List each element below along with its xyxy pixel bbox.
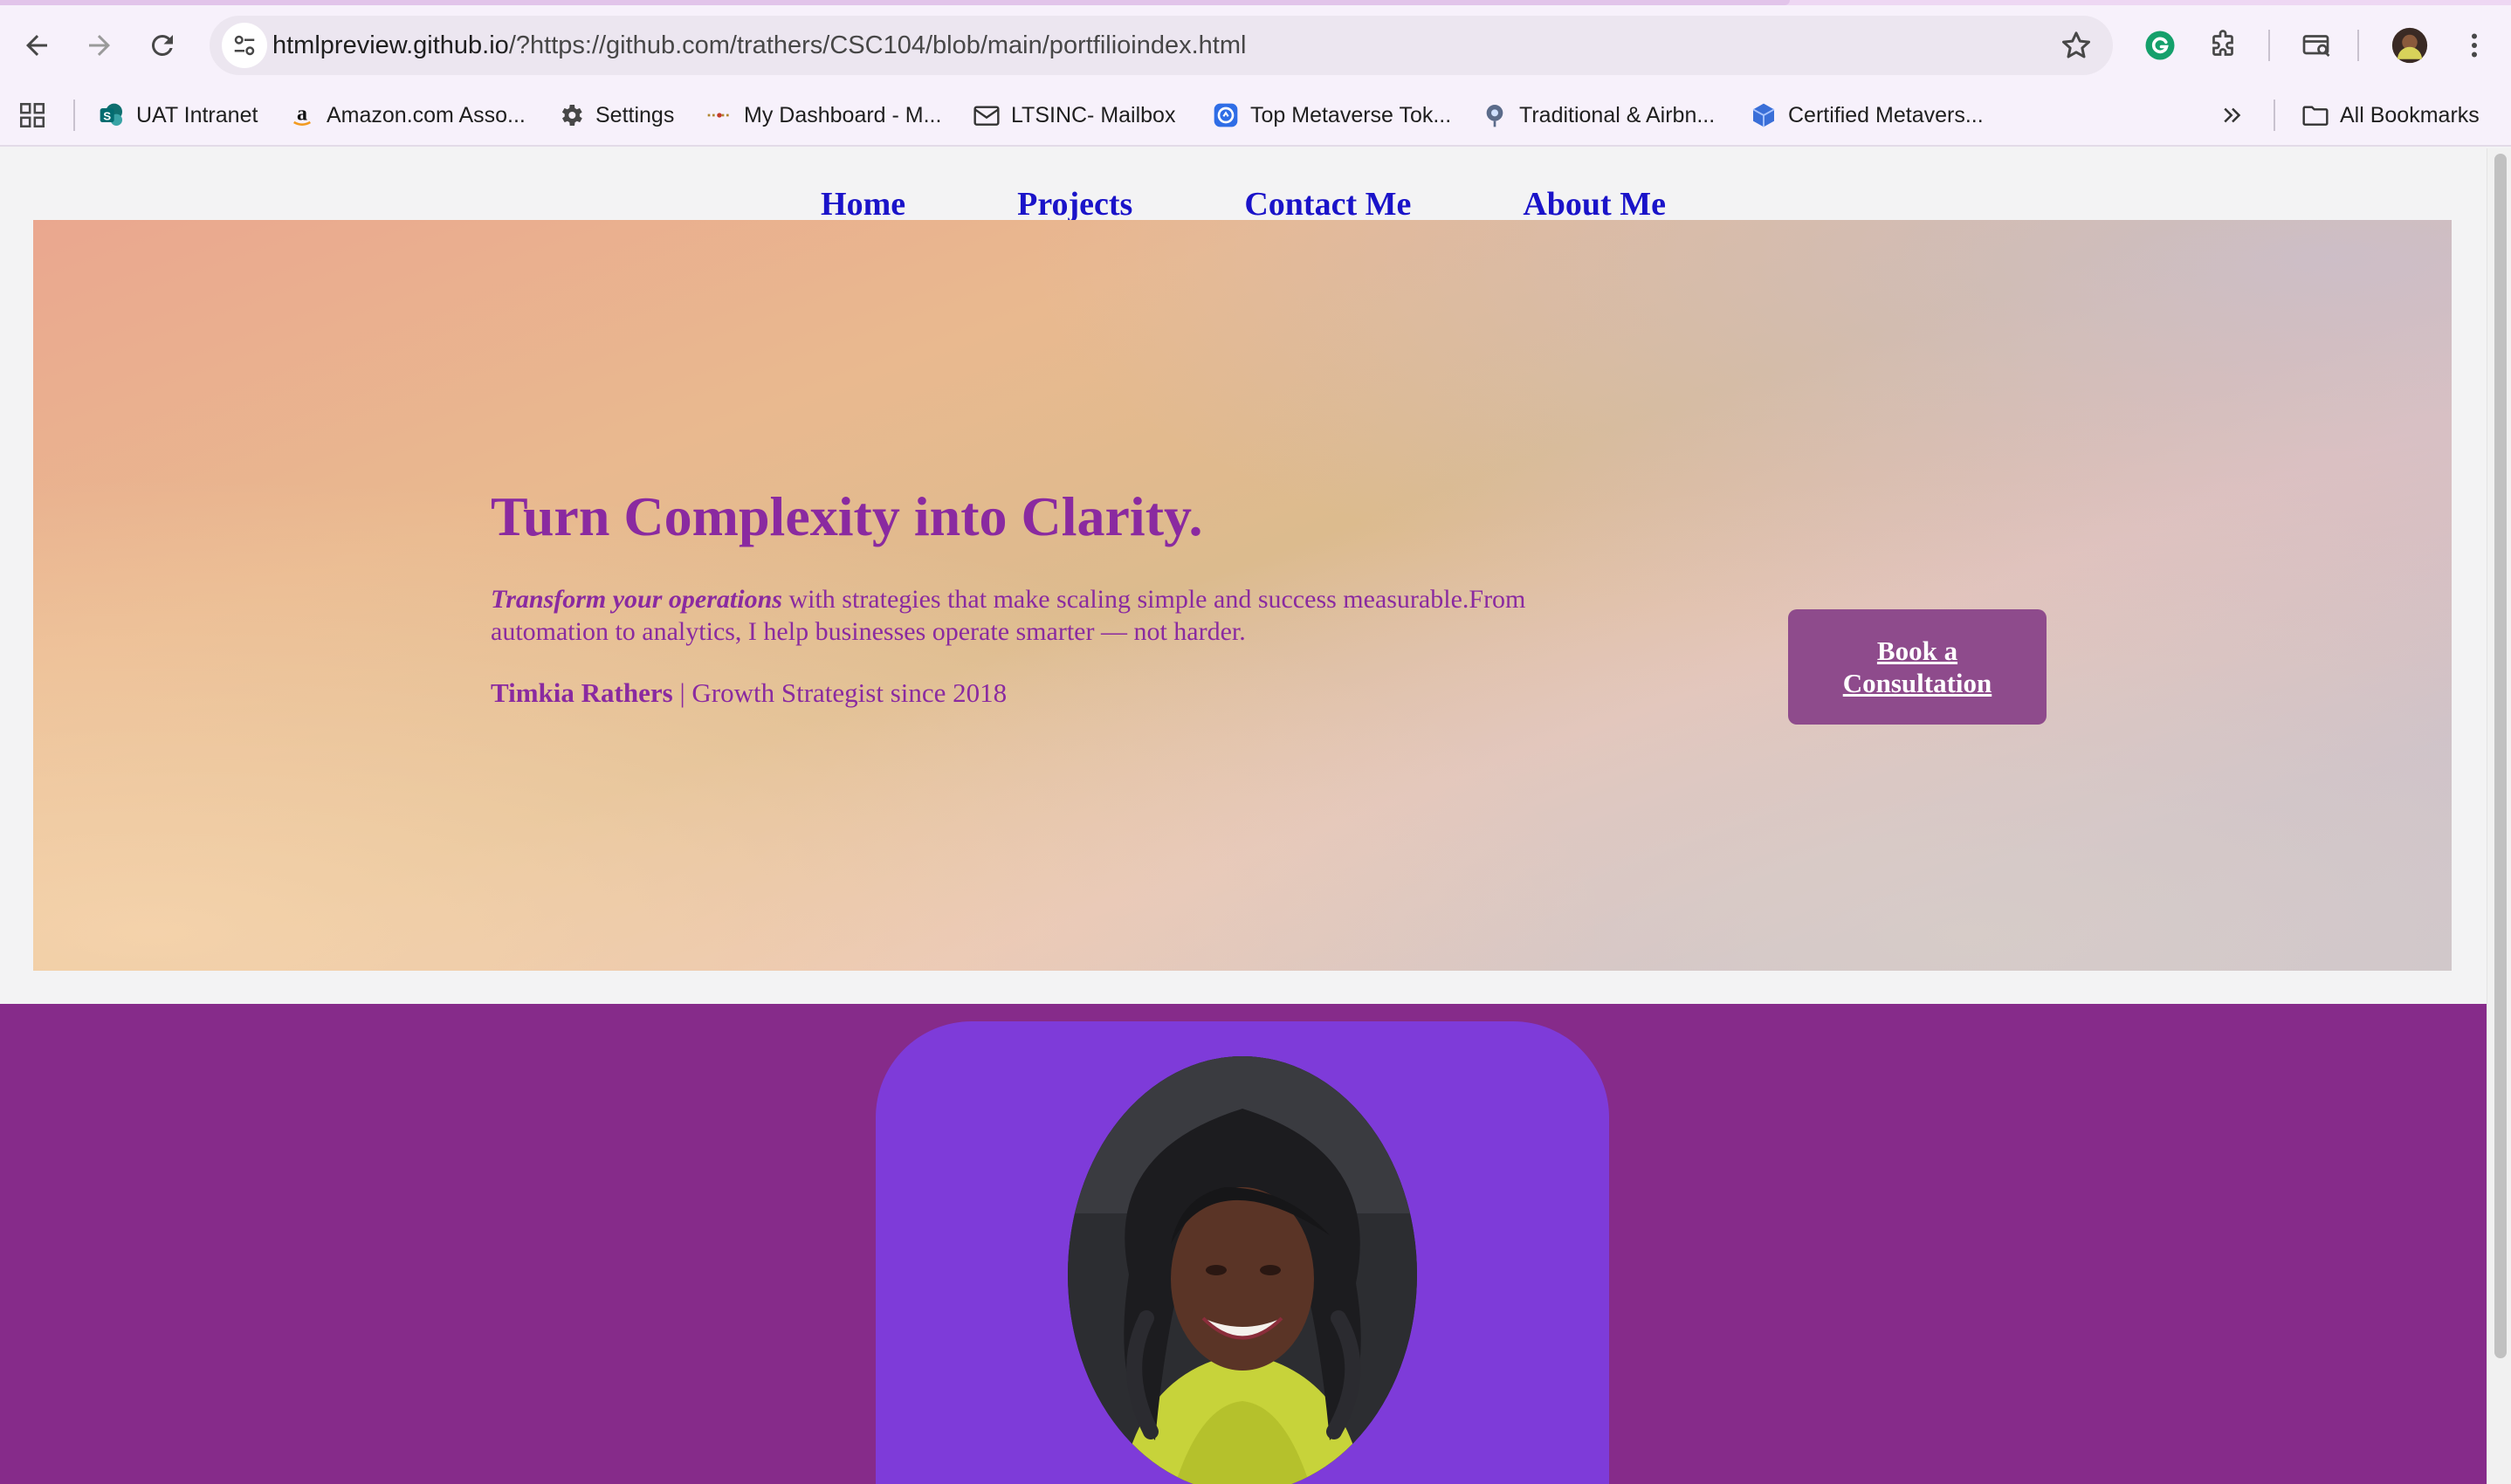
toolbar-divider [2357,30,2359,61]
back-button[interactable] [10,19,63,72]
about-section [0,1004,2487,1484]
browser-chrome: htmlpreview.github.io/?https://github.co… [0,0,2511,147]
profile-avatar[interactable] [2385,21,2434,70]
bookmark-star-icon[interactable] [2059,28,2094,63]
amazon-icon: a [288,101,316,129]
bookmark-traditional-airbnb[interactable]: Traditional & Airbn... [1481,91,1715,140]
site-info-button[interactable] [222,23,267,68]
chevron-double-right-icon [2224,107,2241,123]
tab-search-icon[interactable] [2293,21,2342,70]
bookmark-label: Amazon.com Asso... [327,102,526,127]
bookmark-label: My Dashboard - M... [744,102,942,127]
reload-button[interactable] [136,19,189,72]
all-bookmarks-label: All Bookmarks [2340,102,2480,127]
book-consultation-button[interactable]: Book a Consultation [1788,609,2047,725]
bookmark-label: Settings [595,102,675,127]
hero-description: Transform your operations with strategie… [491,583,1626,648]
bookmark-label: Certified Metavers... [1788,102,1984,127]
hero-title: Turn Complexity into Clarity. [491,485,1203,547]
apps-grid-button[interactable] [17,91,47,140]
more-bookmarks-button[interactable] [2219,91,2246,140]
bookmarks-divider [73,100,75,131]
bookmark-certified-metaverse[interactable]: Certified Metavers... [1750,91,1984,140]
sharepoint-icon: S [98,101,126,129]
url-path: /?https://github.com/trathers/CSC104/blo… [508,31,1247,59]
address-bar[interactable]: htmlpreview.github.io/?https://github.co… [210,16,2113,75]
cube-icon [1750,101,1778,129]
bookmark-label: Traditional & Airbn... [1519,102,1716,127]
more-menu-icon[interactable] [2450,21,2499,70]
all-bookmarks-button[interactable]: All Bookmarks [2301,91,2480,140]
apps-grid-icon [19,102,45,128]
url-text[interactable]: htmlpreview.github.io/?https://github.co… [272,16,1246,75]
arrow-left-icon [26,35,47,56]
tab-strip-accent [0,0,2511,5]
hero-content: Turn Complexity into Clarity. Transform … [491,482,1678,711]
byline-role: | Growth Strategist since 2018 [672,677,1008,708]
svg-text:a: a [297,102,307,125]
coin-icon [1212,101,1240,129]
byline-name: Timkia Rathers [491,677,673,708]
bookmark-label: UAT Intranet [136,102,258,127]
scrollbar-thumb[interactable] [2494,154,2507,1358]
bookmark-my-dashboard[interactable]: My Dashboard - M... [705,91,941,140]
forward-button[interactable] [73,19,126,72]
dashboard-icon [705,101,733,129]
hero-section: Turn Complexity into Clarity. Transform … [33,220,2452,971]
bookmark-uat-intranet[interactable]: S UAT Intranet [98,91,258,140]
bookmark-amazon[interactable]: a Amazon.com Asso... [288,91,526,140]
mail-icon [973,101,1001,129]
page-viewport: Home Projects Contact Me About Me Turn C… [0,148,2487,1484]
folder-icon [2301,101,2329,129]
gear-icon [557,101,585,129]
toolbar-divider [2268,30,2270,61]
bookmark-label: LTSINC- Mailbox [1011,102,1176,127]
reload-icon [151,34,173,56]
grammarly-extension-icon[interactable] [2136,21,2184,70]
hero-description-emphasis: Transform your operations [491,585,782,614]
bookmark-top-metaverse[interactable]: Top Metaverse Tok... [1212,91,1451,140]
tune-icon [234,35,255,56]
bookmark-ltsinc-mailbox[interactable]: LTSINC- Mailbox [973,91,1175,140]
url-host: htmlpreview.github.io [272,31,509,59]
bookmarks-divider [2274,100,2275,131]
photo-card [876,1021,1609,1484]
bookmark-label: Top Metaverse Tok... [1250,102,1452,127]
profile-photo [1068,1056,1417,1484]
bookmark-settings[interactable]: Settings [557,91,674,140]
bookmarks-bar: S UAT Intranet a Amazon.com Asso... Sett… [0,91,2511,140]
portrait-image [1068,1056,1417,1484]
page-scrollbar[interactable] [2487,148,2511,1484]
hero-byline: Timkia Rathers | Growth Strategist since… [491,676,1678,711]
svg-text:S: S [103,109,111,122]
extensions-puzzle-icon[interactable] [2198,21,2247,70]
globe-pin-icon [1481,101,1509,129]
arrow-right-icon [89,35,110,56]
